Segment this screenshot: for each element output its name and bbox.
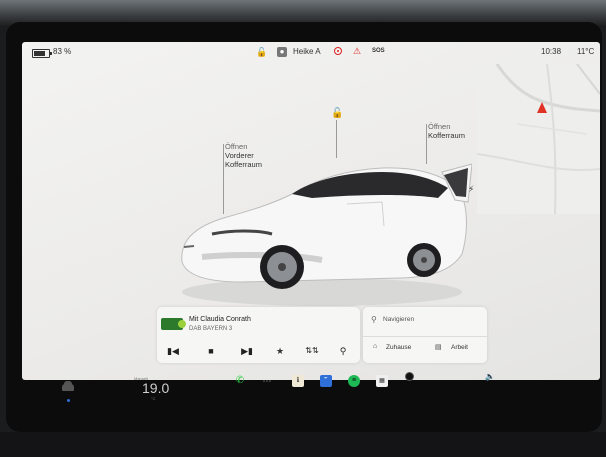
lock-icon[interactable]: 🔓 <box>256 47 267 58</box>
trunk-callout-line <box>426 124 427 164</box>
passenger-airbag-icon: ⚠ <box>353 46 362 56</box>
station-name[interactable]: DAB BAYERN 3 <box>189 326 232 332</box>
record-icon[interactable] <box>334 47 342 55</box>
profile-name[interactable]: Heike A <box>293 47 321 56</box>
work-shortcut-button[interactable]: Arbeit <box>451 344 468 351</box>
frunk-action: Öffnen <box>225 142 248 151</box>
calendar-icon[interactable]: ▦ <box>376 375 388 387</box>
temperature-unit: °C <box>151 396 156 401</box>
station-logo <box>161 318 186 330</box>
bluetooth-icon[interactable]: ꜠ <box>320 375 332 387</box>
trunk-action: Öffnen <box>428 122 451 131</box>
outside-temperature: 11°C <box>577 47 595 56</box>
charge-port-icon[interactable]: ⚡ <box>468 184 474 195</box>
previous-track-button[interactable]: ▮◀ <box>165 343 181 359</box>
open-frunk-button[interactable]: Öffnen Vorderer Kofferraum <box>225 142 262 169</box>
clock: 10:38 <box>541 47 562 56</box>
more-apps-icon[interactable]: ⋯ <box>261 375 273 387</box>
battery-percent: 83 % <box>53 47 72 56</box>
battery-icon <box>32 49 52 58</box>
profile-icon[interactable]: ● <box>277 47 287 57</box>
next-track-button[interactable]: ▶▮ <box>239 343 255 359</box>
equalizer-icon[interactable]: ⇅⇅ <box>304 343 320 359</box>
volume-icon[interactable]: 🔈 <box>485 372 495 381</box>
touchscreen: 83 % 🔓 ● Heike A ⚠ SOS 10:38 11°C 🔓 Öffn… <box>22 42 600 380</box>
search-icon: ⚲ <box>371 315 377 324</box>
phone-icon[interactable]: ✆ <box>234 375 246 387</box>
frunk-label-line1: Vorderer <box>225 151 254 160</box>
info-icon[interactable]: ℹ <box>292 375 304 387</box>
favorite-star-icon[interactable]: ★ <box>272 343 288 359</box>
lock-callout-line <box>336 120 337 158</box>
navigation-card: ⚲ Navigieren ⌂ Zuhause ▤ Arbeit <box>363 307 487 363</box>
home-shortcut-button[interactable]: Zuhause <box>386 344 411 351</box>
frunk-callout-line <box>223 144 224 214</box>
sos-label: SOS <box>372 48 385 54</box>
car-lock-icon[interactable]: 🔓 <box>331 108 343 119</box>
media-search-icon[interactable]: ⚲ <box>335 343 351 359</box>
stop-button[interactable]: ■ <box>203 343 219 359</box>
active-indicator-dot <box>67 399 70 402</box>
media-player-card: Mit Claudia Conrath DAB BAYERN 3 ▮◀ ■ ▶▮… <box>157 307 360 363</box>
navigation-arrow-icon <box>537 102 547 113</box>
map-view[interactable] <box>477 64 600 214</box>
briefcase-icon: ▤ <box>435 344 442 351</box>
frunk-label-line2: Kofferraum <box>225 160 262 169</box>
home-icon: ⌂ <box>373 343 378 350</box>
dashboard-surface <box>0 432 606 457</box>
program-title[interactable]: Mit Claudia Conrath <box>189 316 251 323</box>
cabin-temperature[interactable]: 19.0 <box>142 380 169 396</box>
open-trunk-button[interactable]: Öffnen Kofferraum <box>428 122 465 140</box>
trunk-label-line1: Kofferraum <box>428 131 465 140</box>
spotify-icon[interactable]: ≡ <box>348 375 360 387</box>
vehicle-image <box>181 163 472 306</box>
divider <box>363 336 487 337</box>
navigate-search-input[interactable]: Navigieren <box>383 316 414 323</box>
camera-icon[interactable] <box>405 372 414 381</box>
car-icon[interactable] <box>62 381 74 391</box>
